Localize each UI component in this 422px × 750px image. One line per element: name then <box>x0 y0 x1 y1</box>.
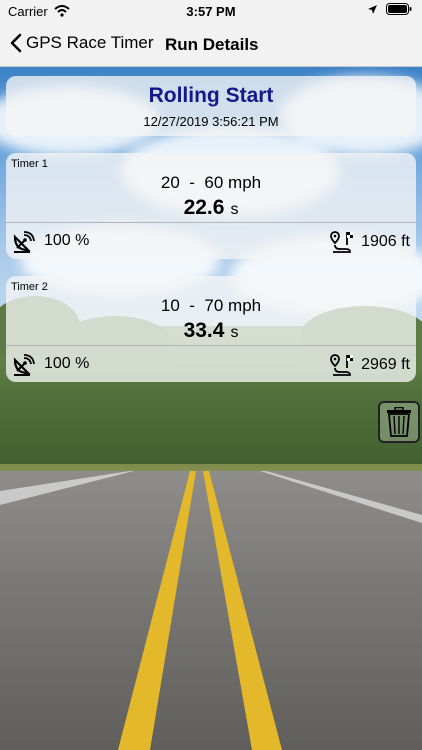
trash-icon <box>387 407 411 437</box>
range-to: 60 <box>204 173 224 192</box>
satellite-dish-icon <box>13 354 35 376</box>
timer-card: Timer 2 10 - 70 mph 33.4 s 100 % 2969 ft <box>6 276 416 382</box>
distance: 1906 ft <box>329 229 410 255</box>
satellite-dish-icon <box>13 231 35 253</box>
status-bar: Carrier 3:57 PM <box>0 0 422 24</box>
elapsed-time: 22.6 s <box>6 196 416 220</box>
distance: 2969 ft <box>329 352 410 378</box>
run-title: Rolling Start <box>148 84 274 107</box>
battery-icon <box>386 3 412 15</box>
range-from: 10 <box>160 296 180 315</box>
elapsed-unit: s <box>230 201 239 218</box>
speed-range: 20 - 60 mph <box>6 173 416 193</box>
status-time: 3:57 PM <box>186 4 236 19</box>
elapsed-value: 33.4 <box>183 319 225 342</box>
run-header-card: Rolling Start 12/27/2019 3:56:21 PM <box>6 76 416 136</box>
satellite-value: 100 % <box>44 355 90 372</box>
location-arrow-icon <box>368 4 377 14</box>
timer-label: Timer 1 <box>11 158 48 170</box>
navigation-bar: GPS Race Timer Run Details <box>0 24 422 67</box>
satellite-value: 100 % <box>44 232 90 249</box>
road <box>0 471 422 750</box>
timer-label: Timer 2 <box>11 281 48 293</box>
route-flag-icon <box>330 354 354 376</box>
chevron-left-icon <box>10 33 22 53</box>
delete-run-button[interactable] <box>378 401 420 443</box>
satellite-accuracy: 100 % <box>12 229 89 253</box>
elapsed-time: 33.4 s <box>6 319 416 343</box>
elapsed-unit: s <box>230 324 239 341</box>
timer-card: Timer 1 20 - 60 mph 22.6 s 100 % 1906 ft <box>6 153 416 259</box>
range-unit: mph <box>228 296 262 315</box>
page-title: Run Details <box>165 35 259 54</box>
distance-value: 1906 ft <box>361 233 410 250</box>
route-flag-icon <box>330 231 354 253</box>
range-to: 70 <box>204 296 224 315</box>
back-button[interactable]: GPS Race Timer <box>10 33 154 53</box>
satellite-accuracy: 100 % <box>12 352 89 376</box>
distance-value: 2969 ft <box>361 356 410 373</box>
run-datetime: 12/27/2019 3:56:21 PM <box>143 114 279 129</box>
divider <box>6 222 416 223</box>
back-label: GPS Race Timer <box>26 33 154 52</box>
road-markings <box>0 471 422 750</box>
range-from: 20 <box>160 173 180 192</box>
range-unit: mph <box>228 173 262 192</box>
elapsed-value: 22.6 <box>183 196 225 219</box>
range-separator: - <box>189 296 195 315</box>
range-separator: - <box>189 173 195 192</box>
divider <box>6 345 416 346</box>
speed-range: 10 - 70 mph <box>6 296 416 316</box>
